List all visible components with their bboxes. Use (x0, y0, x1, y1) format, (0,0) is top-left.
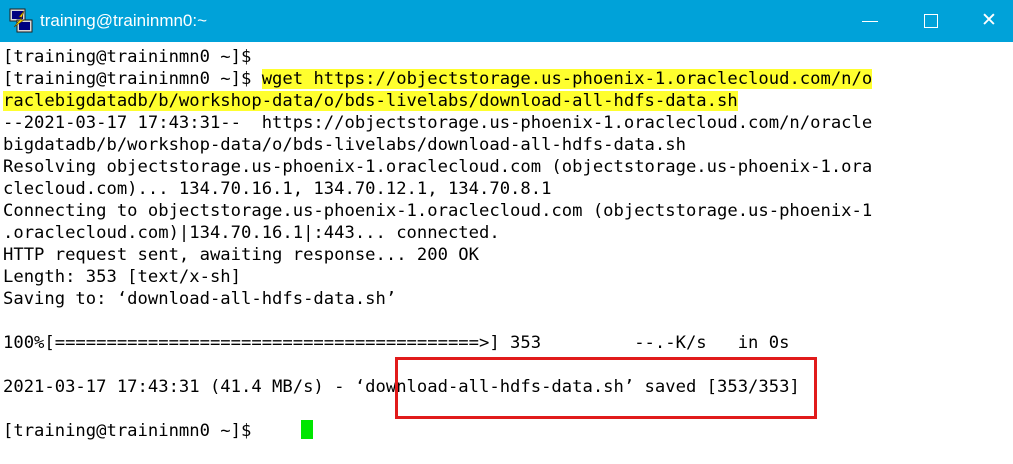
minimize-icon (862, 21, 878, 22)
title-bar[interactable]: training@traininmn0:~ ✕ (0, 0, 1013, 42)
minimize-button[interactable] (847, 0, 893, 42)
maximize-button[interactable] (908, 0, 954, 42)
window-title: training@traininmn0:~ (40, 11, 208, 30)
terminal-line-command-cont: raclebigdatadb/b/workshop-data/o/bds-liv… (3, 90, 738, 112)
terminal-line-output: HTTP request sent, awaiting response... … (3, 245, 479, 265)
highlighted-command: wget https://objectstorage.us-phoenix-1.… (261, 69, 873, 89)
terminal-line-prompt: [training@traininmn0 ~]$ (3, 47, 252, 67)
command-prompt: [training@traininmn0 ~]$ (3, 69, 262, 89)
terminal-line-output: Length: 353 [text/x-sh] (3, 267, 241, 287)
putty-icon[interactable] (8, 8, 34, 34)
close-button[interactable]: ✕ (967, 0, 1013, 42)
annotation-box (395, 357, 817, 419)
terminal-line-output: .oraclecloud.com)|134.70.16.1|:443... co… (3, 223, 500, 243)
terminal-cursor (301, 420, 313, 439)
terminal-line-progress: 100%[===================================… (3, 333, 790, 353)
terminal-output[interactable]: [training@traininmn0 ~]$ [training@train… (0, 44, 1013, 464)
terminal-line-output: Resolving objectstorage.us-phoenix-1.ora… (3, 157, 873, 177)
terminal-line-output: bigdatadb/b/workshop-data/o/bds-livelabs… (3, 135, 686, 155)
terminal-line-final-prompt: [training@traininmn0 ~]$ (3, 421, 262, 441)
highlighted-command-cont: raclebigdatadb/b/workshop-data/o/bds-liv… (3, 91, 738, 111)
close-icon: ✕ (981, 9, 997, 31)
terminal-window: training@traininmn0:~ ✕ [training@traini… (0, 0, 1013, 464)
terminal-line-output: Saving to: ‘download-all-hdfs-data.sh’ (3, 289, 397, 309)
terminal-line-output: Connecting to objectstorage.us-phoenix-1… (3, 201, 873, 221)
maximize-icon (924, 14, 938, 28)
terminal-line-output: clecloud.com)... 134.70.16.1, 134.70.12.… (3, 179, 552, 199)
terminal-line-command: [training@traininmn0 ~]$ wget https://ob… (3, 68, 873, 90)
terminal-line-output: --2021-03-17 17:43:31-- https://objectst… (3, 113, 873, 133)
